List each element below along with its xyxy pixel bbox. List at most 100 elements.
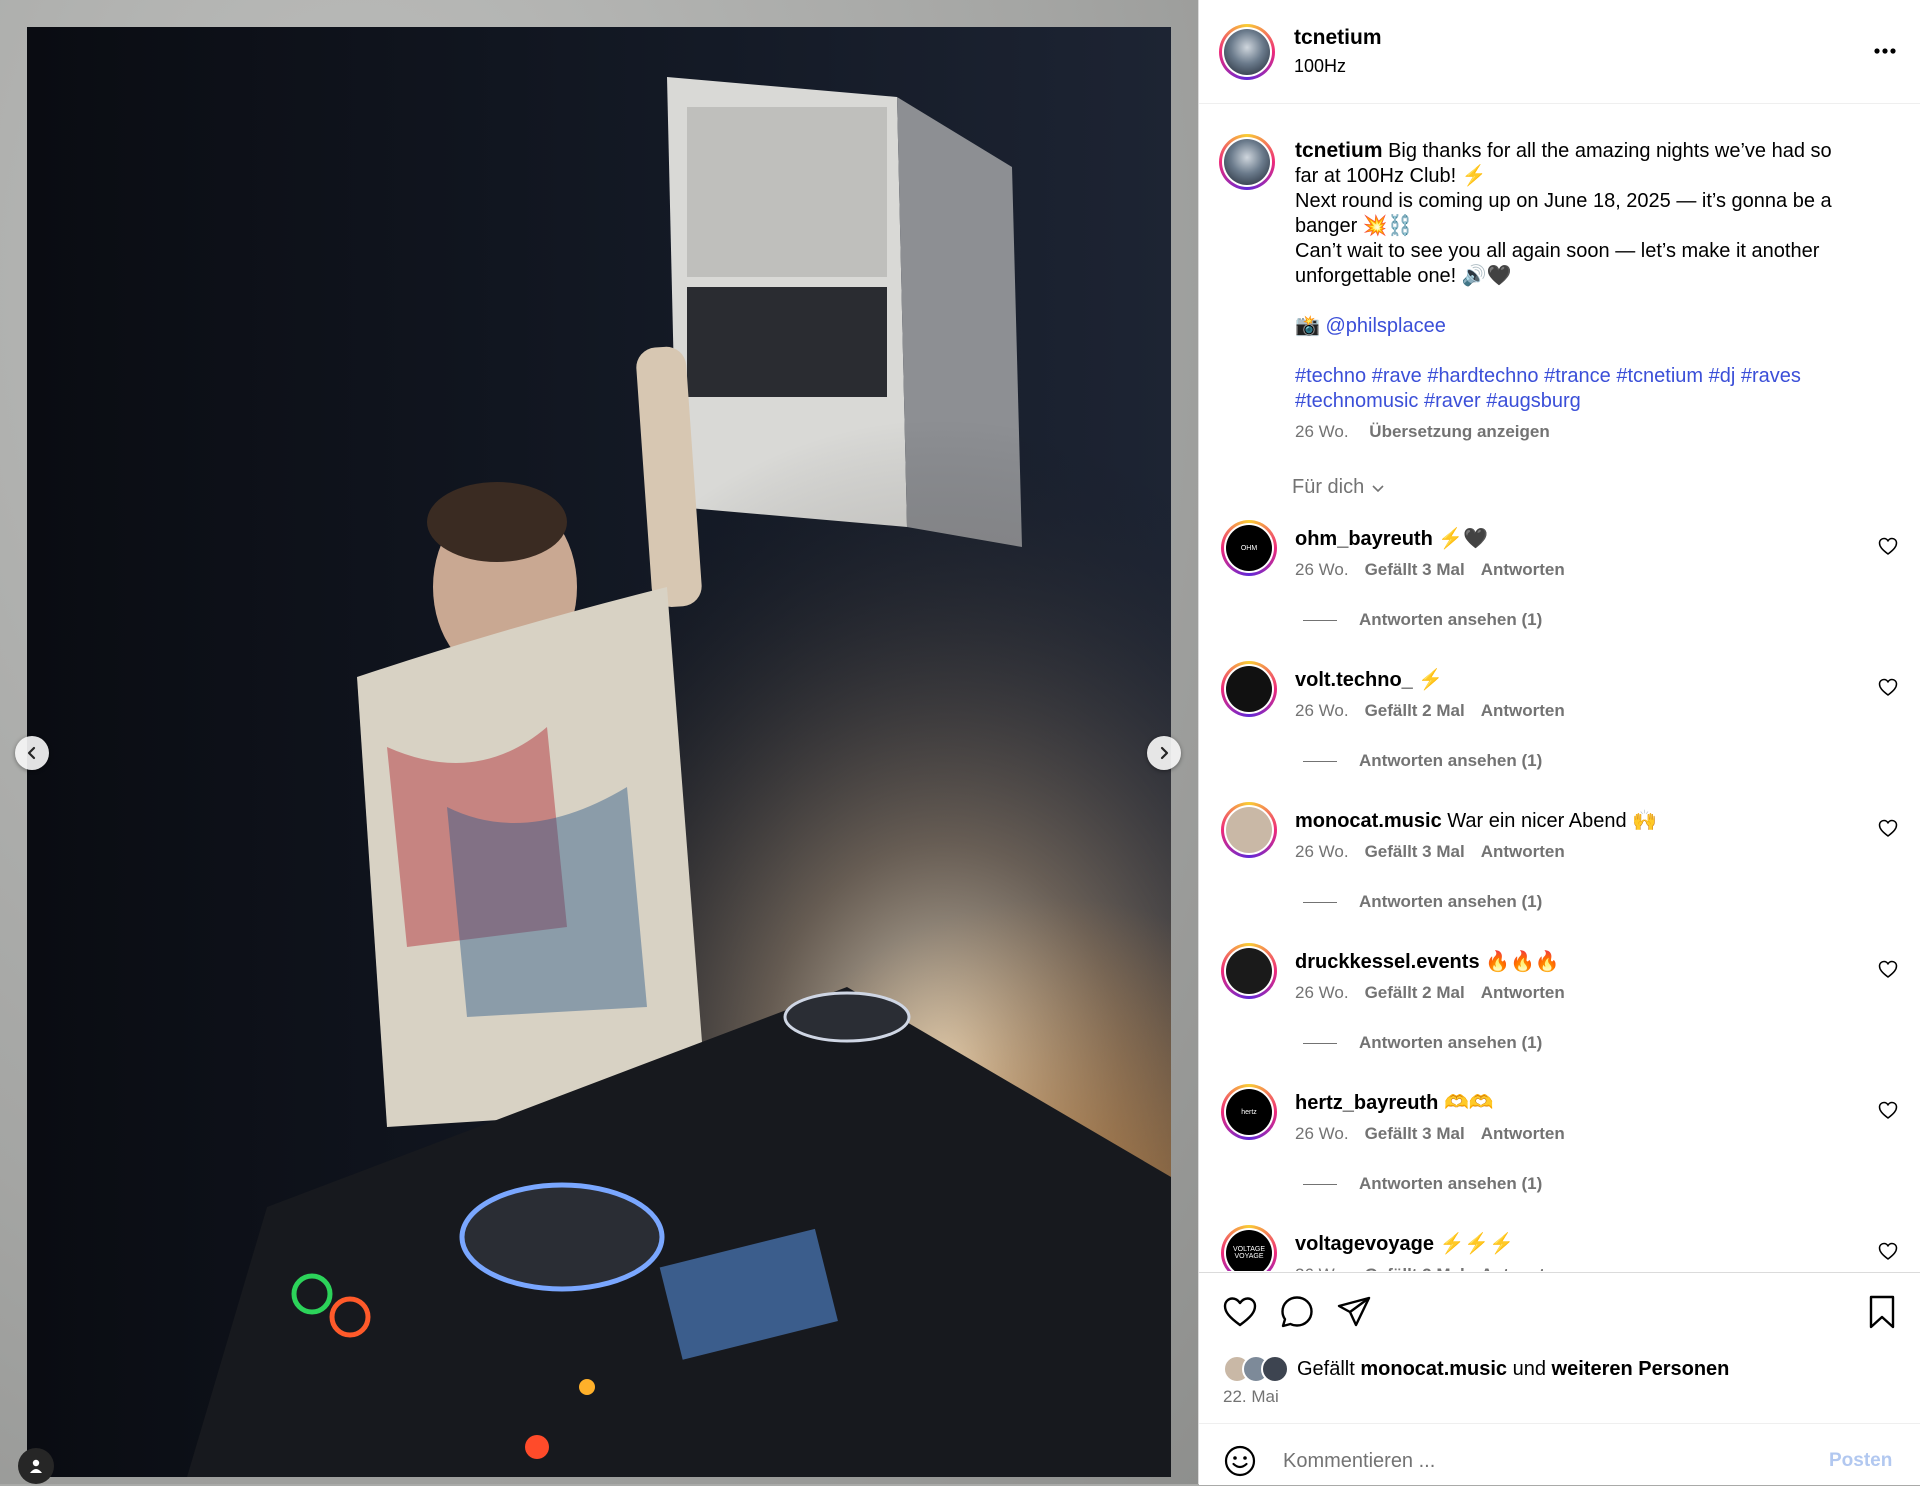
post-caption: tcnetium Big thanks for all the amazing … xyxy=(1295,138,1895,414)
comment-like-button[interactable] xyxy=(1877,958,1899,980)
comment-button[interactable] xyxy=(1278,1293,1316,1331)
comment-like-button[interactable] xyxy=(1877,676,1899,698)
comments-scroll-area[interactable]: tcnetium Big thanks for all the amazing … xyxy=(1199,104,1920,1271)
post-date[interactable]: 22. Mai xyxy=(1223,1387,1279,1407)
comment-likes[interactable]: Gefällt 3 Mal xyxy=(1365,560,1465,579)
comment-text-row: monocat.music War ein nicer Abend 🙌 xyxy=(1295,808,1657,833)
likes-mid: und xyxy=(1507,1357,1552,1380)
author-username[interactable]: tcnetium xyxy=(1294,26,1382,50)
likes-summary[interactable]: Gefällt monocat.music und weiteren Perso… xyxy=(1223,1355,1729,1383)
view-replies-button[interactable]: Antworten ansehen (1) xyxy=(1303,610,1542,630)
comment-like-button[interactable] xyxy=(1877,1240,1899,1262)
comment-likes[interactable]: Gefällt 2 Mal xyxy=(1365,1265,1465,1271)
view-replies-button[interactable]: Antworten ansehen (1) xyxy=(1303,751,1542,771)
commenter-username[interactable]: monocat.music xyxy=(1295,810,1442,832)
save-button[interactable] xyxy=(1863,1293,1901,1331)
comment-text: War ein nicer Abend 🙌 xyxy=(1447,810,1658,832)
hashtags-link[interactable]: #techno #rave #hardtechno #trance #tcnet… xyxy=(1295,364,1895,389)
carousel-prev-button[interactable] xyxy=(15,736,49,770)
commenter-avatar-image: VOLTAGE VOYAGE xyxy=(1226,1230,1272,1271)
caption-username[interactable]: tcnetium xyxy=(1295,139,1383,162)
comment-text: ⚡🖤 xyxy=(1438,528,1489,550)
view-replies-button[interactable]: Antworten ansehen (1) xyxy=(1303,1033,1542,1053)
comment-text-row: voltagevoyage ⚡⚡⚡ xyxy=(1295,1231,1514,1256)
caption-line: Big thanks for all the amazing nights we… xyxy=(1382,140,1832,162)
comment-item: volt.techno_ ⚡ 26 Wo. Gefällt 2 Mal Antwort… xyxy=(1199,657,1920,798)
comment-time[interactable]: 26 Wo. xyxy=(1295,1265,1349,1271)
comment-likes[interactable]: Gefällt 3 Mal xyxy=(1365,1124,1465,1143)
commenter-username[interactable]: ohm_bayreuth xyxy=(1295,528,1433,550)
comment-likes[interactable]: Gefällt 3 Mal xyxy=(1365,842,1465,861)
likes-others-link[interactable]: weiteren Personen xyxy=(1552,1358,1730,1381)
heart-icon xyxy=(1878,678,1898,696)
more-options-button[interactable] xyxy=(1865,36,1905,66)
translate-button[interactable]: Übersetzung anzeigen xyxy=(1369,422,1549,441)
commenter-username[interactable]: voltagevoyage xyxy=(1295,1233,1434,1255)
post-location[interactable]: 100Hz xyxy=(1294,56,1346,77)
comment-item: druckkessel.events 🔥🔥🔥 26 Wo. Gefällt 2 Ma… xyxy=(1199,939,1920,1080)
comment-likes[interactable]: Gefällt 2 Mal xyxy=(1365,983,1465,1002)
carousel-next-button[interactable] xyxy=(1147,736,1181,770)
caption-author-avatar[interactable] xyxy=(1219,134,1275,190)
caption-meta: 26 Wo. Übersetzung anzeigen xyxy=(1295,422,1566,442)
commenter-username[interactable]: hertz_bayreuth xyxy=(1295,1092,1438,1114)
more-horizontal-icon xyxy=(1874,48,1896,54)
caption-line: unforgettable one! 🔊🖤 xyxy=(1295,265,1512,287)
comment-time[interactable]: 26 Wo. xyxy=(1295,701,1349,720)
bookmark-icon xyxy=(1869,1295,1895,1329)
replies-divider xyxy=(1303,760,1337,762)
share-icon xyxy=(1337,1296,1371,1327)
liker-avatar xyxy=(1261,1355,1289,1383)
reply-button[interactable]: Antworten xyxy=(1481,1124,1565,1143)
post-comment-button[interactable]: Posten xyxy=(1829,1450,1892,1472)
comment-time[interactable]: 26 Wo. xyxy=(1295,983,1349,1002)
comment-filter-dropdown[interactable]: Für dich xyxy=(1292,476,1386,499)
reply-button[interactable]: Antworten xyxy=(1481,983,1565,1002)
comment-text-row: volt.techno_ ⚡ xyxy=(1295,667,1443,692)
comment-time[interactable]: 26 Wo. xyxy=(1295,1124,1349,1143)
comment-like-button[interactable] xyxy=(1877,1099,1899,1121)
comment-meta: 26 Wo. Gefällt 2 Mal Antworten xyxy=(1295,983,1581,1003)
commenter-avatar[interactable]: OHM xyxy=(1221,520,1277,576)
chevron-down-icon xyxy=(1372,484,1384,492)
reply-button[interactable]: Antworten xyxy=(1481,1265,1565,1271)
view-replies-label: Antworten ansehen (1) xyxy=(1359,1174,1543,1193)
likes-user-link[interactable]: monocat.music xyxy=(1360,1358,1507,1381)
heart-icon xyxy=(1223,1297,1257,1327)
comment-time[interactable]: 26 Wo. xyxy=(1295,842,1349,861)
heart-icon xyxy=(1878,960,1898,978)
commenter-avatar[interactable]: VOLTAGE VOYAGE xyxy=(1221,1225,1277,1271)
share-button[interactable] xyxy=(1335,1293,1373,1331)
commenter-avatar[interactable] xyxy=(1221,802,1277,858)
caption-line: Can’t wait to see you all again soon — l… xyxy=(1295,240,1820,262)
photo-credit-link[interactable]: @philsplacee xyxy=(1325,315,1445,337)
commenter-avatar-image xyxy=(1226,807,1272,853)
commenter-avatar[interactable] xyxy=(1221,661,1277,717)
author-avatar[interactable] xyxy=(1219,24,1275,80)
reply-button[interactable]: Antworten xyxy=(1481,701,1565,720)
tagged-users-button[interactable] xyxy=(18,1448,54,1484)
commenter-username[interactable]: druckkessel.events xyxy=(1295,951,1480,973)
reply-button[interactable]: Antworten xyxy=(1481,560,1565,579)
heart-icon xyxy=(1878,819,1898,837)
comment-text: 🫶🫶 xyxy=(1443,1092,1494,1114)
hashtags-link[interactable]: #technomusic #raver #augsburg xyxy=(1295,389,1895,414)
comment-like-button[interactable] xyxy=(1877,817,1899,839)
reply-button[interactable]: Antworten xyxy=(1481,842,1565,861)
emoji-button[interactable] xyxy=(1223,1444,1257,1478)
commenter-avatar[interactable]: hertz xyxy=(1221,1084,1277,1140)
view-replies-button[interactable]: Antworten ansehen (1) xyxy=(1303,1174,1542,1194)
comment-input[interactable] xyxy=(1281,1442,1805,1480)
post-image[interactable] xyxy=(27,27,1171,1477)
comment-like-button[interactable] xyxy=(1877,535,1899,557)
comment-likes[interactable]: Gefällt 2 Mal xyxy=(1365,701,1465,720)
comment-time[interactable]: 26 Wo. xyxy=(1295,560,1349,579)
like-button[interactable] xyxy=(1221,1293,1259,1331)
view-replies-button[interactable]: Antworten ansehen (1) xyxy=(1303,892,1542,912)
commenter-avatar[interactable] xyxy=(1221,943,1277,999)
caption-time[interactable]: 26 Wo. xyxy=(1295,422,1349,441)
heart-icon xyxy=(1878,537,1898,555)
commenter-avatar-image xyxy=(1226,948,1272,994)
commenter-username[interactable]: volt.techno_ xyxy=(1295,669,1413,691)
chevron-right-icon xyxy=(1160,746,1169,760)
